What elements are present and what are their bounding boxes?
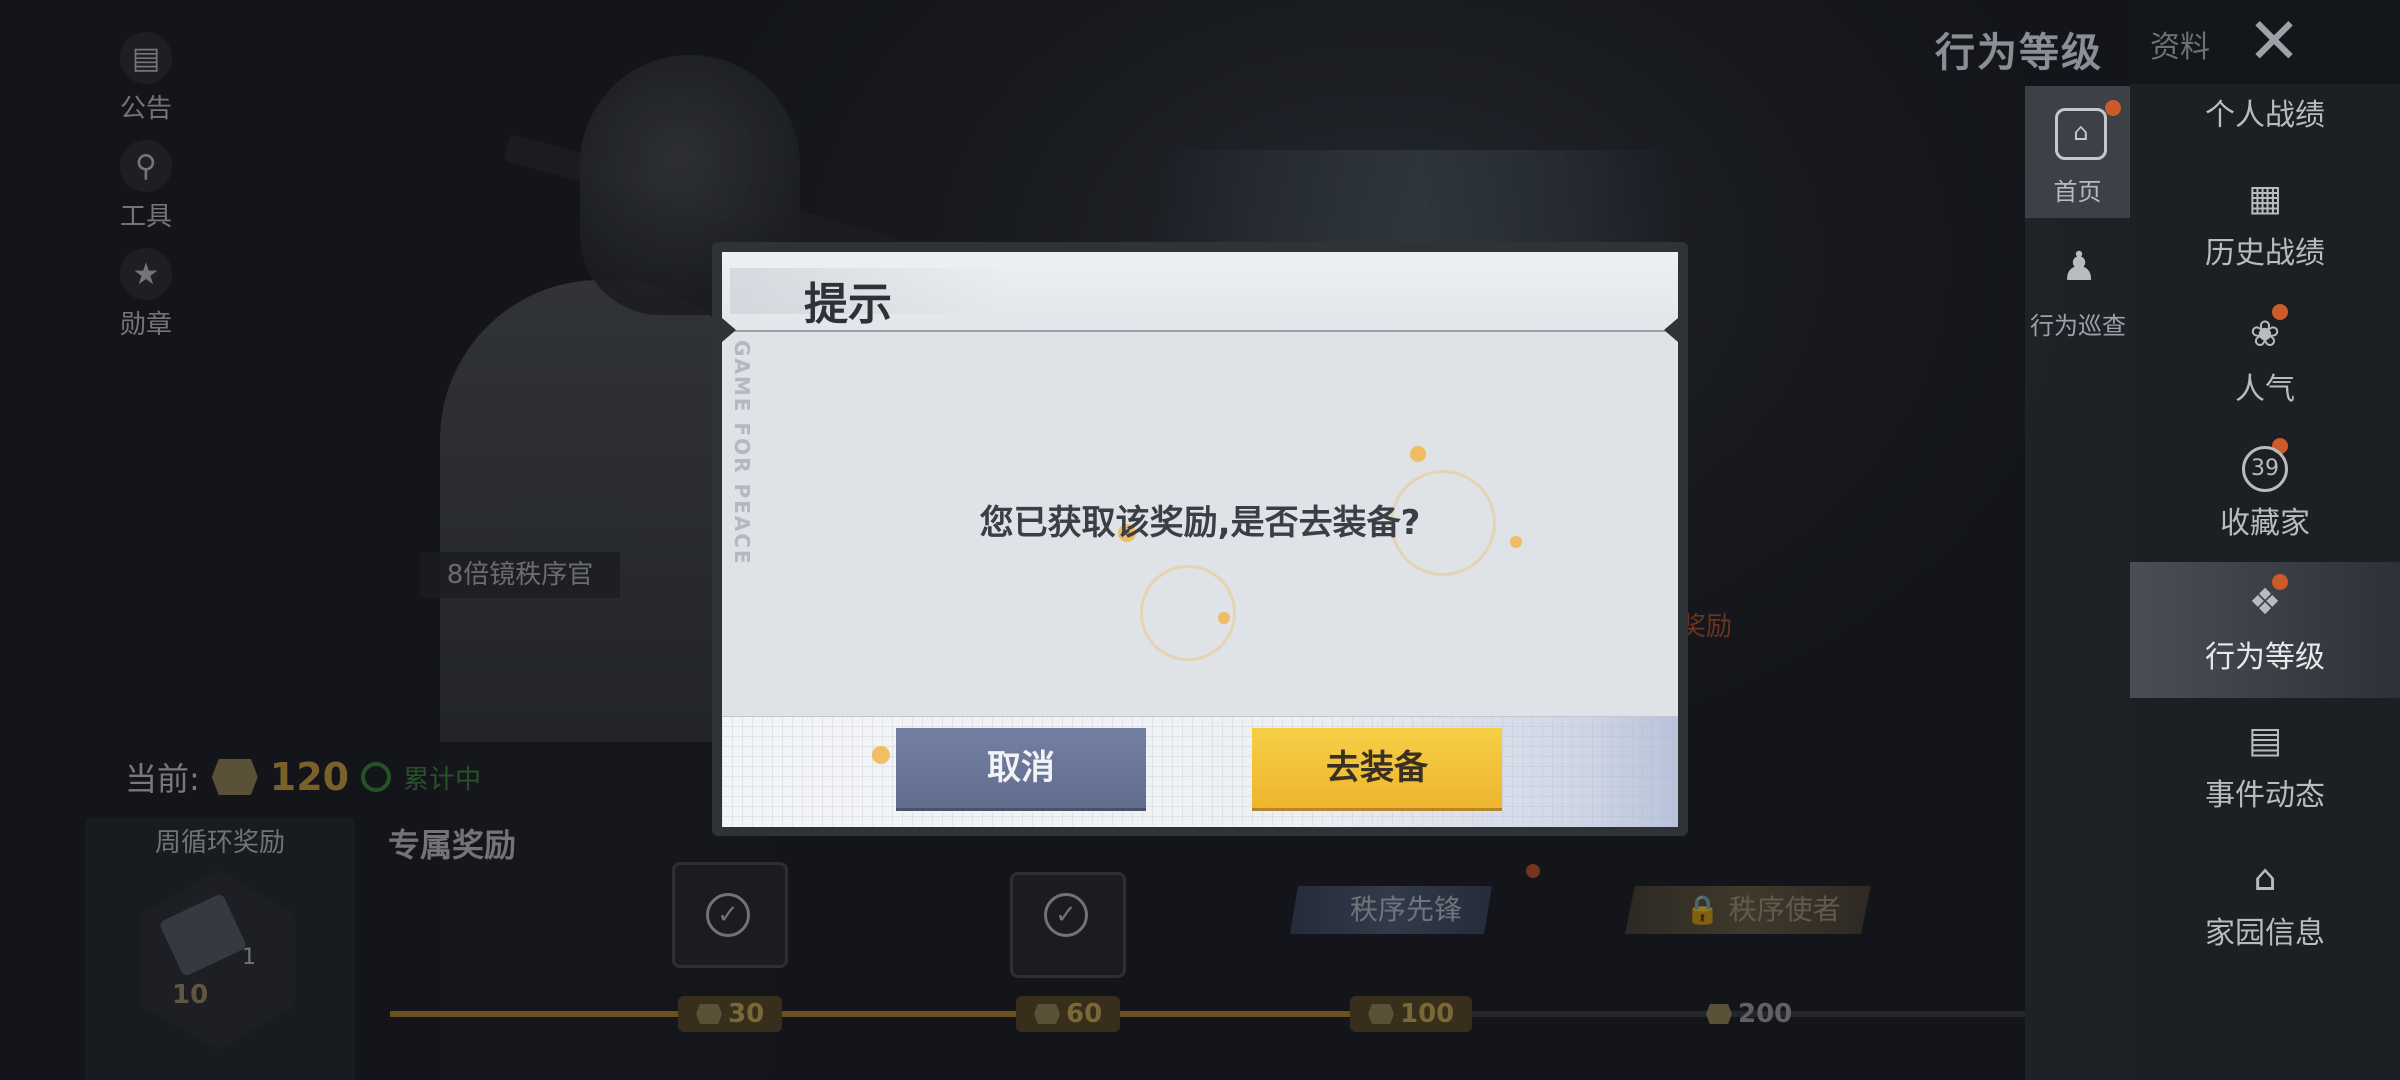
- tab-home-label: 首页: [2053, 178, 2102, 206]
- dialog-message: 您已获取该奖励,是否去装备?: [979, 503, 1421, 543]
- cancel-button[interactable]: 取消: [896, 728, 1146, 808]
- menu-item-homeland-info[interactable]: ⌂ 家园信息: [2130, 856, 2400, 952]
- menu-item-behavior-level[interactable]: ❖ 行为等级: [2130, 562, 2400, 698]
- homeland-icon: ⌂: [2253, 858, 2277, 899]
- dialog-decoration-orb: [1218, 612, 1230, 624]
- history-icon: ▦: [2247, 178, 2282, 219]
- close-icon: ✕: [2247, 5, 2301, 79]
- menu-item-label: 历史战绩: [2205, 236, 2325, 271]
- patrol-icon[interactable]: ♟: [2058, 244, 2100, 290]
- home-icon: ⌂: [2055, 108, 2107, 160]
- notification-dot: [2105, 100, 2121, 116]
- dialog-corner-decoration: [1664, 318, 1678, 342]
- dialog-corner-decoration: [722, 318, 736, 342]
- menu-item-label: 人气: [2235, 372, 2295, 407]
- menu-item-personal-stats[interactable]: 个人战绩: [2130, 90, 2400, 134]
- sub-tab-column: [2025, 86, 2130, 1080]
- profile-tab-label[interactable]: 资料: [2150, 22, 2210, 66]
- menu-item-collector[interactable]: 39 收藏家: [2130, 446, 2400, 542]
- dialog-title: 提示: [804, 279, 892, 330]
- menu-item-label: 个人战绩: [2205, 98, 2325, 133]
- dialog-decoration-orb: [1410, 446, 1426, 462]
- menu-item-label: 事件动态: [2205, 778, 2325, 813]
- close-button[interactable]: ✕: [2242, 10, 2306, 74]
- popularity-icon: ❀: [2249, 314, 2281, 355]
- tab-patrol-label[interactable]: 行为巡查: [2018, 306, 2138, 341]
- menu-item-label: 行为等级: [2205, 640, 2325, 675]
- menu-item-event-updates[interactable]: ▤ 事件动态: [2130, 718, 2400, 814]
- menu-item-popularity[interactable]: ❀ 人气: [2130, 312, 2400, 408]
- menu-item-label: 家园信息: [2205, 916, 2325, 951]
- dialog-footer-pattern: [722, 716, 1678, 826]
- page-title: 行为等级: [1935, 30, 2103, 76]
- notification-dot: [2272, 574, 2288, 590]
- event-icon: ▤: [2247, 720, 2282, 761]
- menu-item-history-stats[interactable]: ▦ 历史战绩: [2130, 176, 2400, 272]
- menu-item-label: 收藏家: [2220, 506, 2310, 541]
- dialog-decoration-orb: [872, 746, 890, 764]
- collector-level: 39: [2251, 456, 2279, 481]
- equip-button[interactable]: 去装备: [1252, 728, 1502, 808]
- collector-icon: 39: [2242, 446, 2288, 492]
